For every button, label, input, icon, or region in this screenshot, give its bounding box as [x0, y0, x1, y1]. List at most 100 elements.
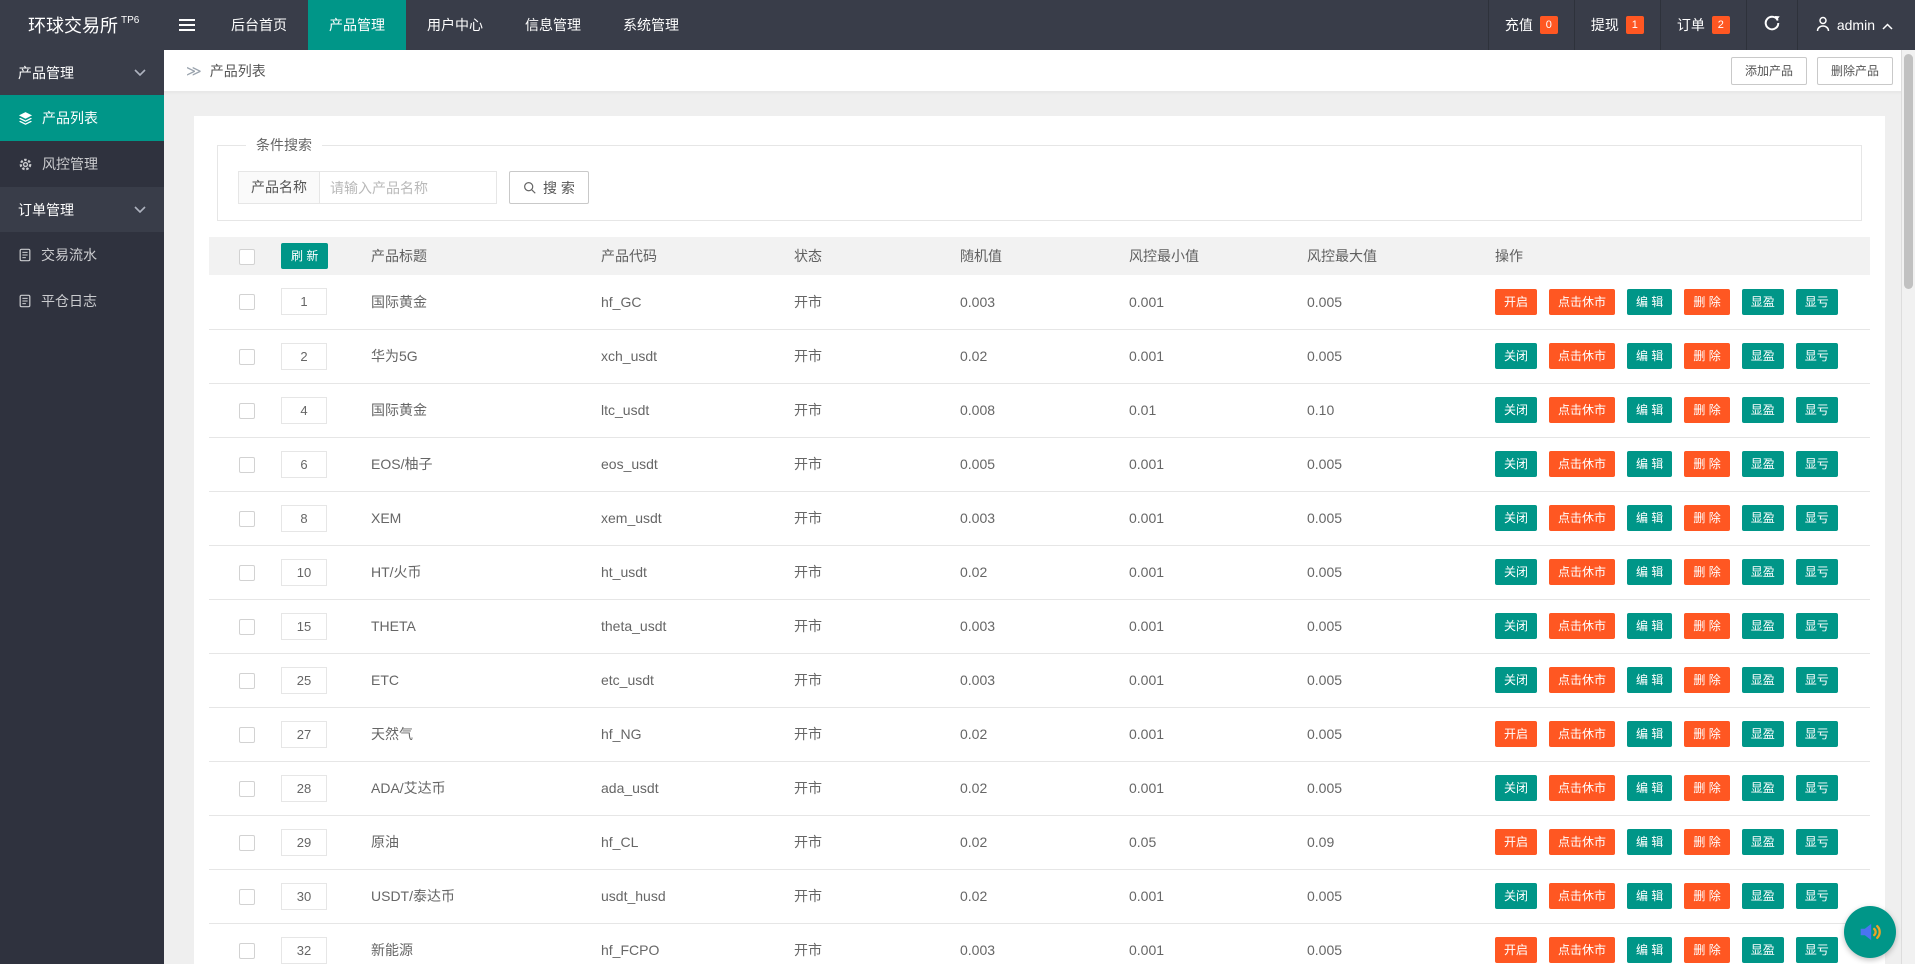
edit-button[interactable]: 编 辑	[1627, 505, 1673, 531]
pause-market-button[interactable]: 点击休市	[1549, 397, 1616, 423]
nav-stat-order[interactable]: 订单 2	[1659, 0, 1746, 50]
row-id-input[interactable]	[281, 450, 327, 478]
delete-button[interactable]: 删 除	[1684, 343, 1730, 369]
toggle-market-button[interactable]: 关闭	[1495, 451, 1538, 477]
show-loss-button[interactable]: 显亏	[1795, 667, 1838, 693]
row-id-input[interactable]	[281, 720, 327, 748]
delete-button[interactable]: 删 除	[1684, 288, 1730, 315]
show-profit-button[interactable]: 显盈	[1741, 667, 1784, 693]
edit-button[interactable]: 编 辑	[1627, 883, 1673, 909]
toggle-market-button[interactable]: 关闭	[1495, 559, 1538, 585]
delete-button[interactable]: 删 除	[1684, 559, 1730, 585]
show-loss-button[interactable]: 显亏	[1795, 451, 1838, 477]
row-checkbox[interactable]	[239, 942, 255, 959]
scrollbar-thumb[interactable]	[1904, 54, 1913, 289]
row-id-input[interactable]	[281, 882, 327, 910]
show-loss-button[interactable]: 显亏	[1795, 613, 1838, 639]
edit-button[interactable]: 编 辑	[1627, 397, 1673, 423]
pause-market-button[interactable]: 点击休市	[1549, 721, 1616, 747]
toggle-market-button[interactable]: 开启	[1495, 937, 1538, 963]
row-checkbox[interactable]	[239, 888, 255, 905]
show-profit-button[interactable]: 显盈	[1741, 613, 1784, 639]
edit-button[interactable]: 编 辑	[1627, 343, 1673, 369]
row-checkbox[interactable]	[239, 834, 255, 851]
edit-button[interactable]: 编 辑	[1627, 667, 1673, 693]
show-profit-button[interactable]: 显盈	[1741, 559, 1784, 585]
row-id-input[interactable]	[281, 666, 327, 694]
delete-product-button[interactable]: 删除产品	[1816, 56, 1893, 85]
refresh-button[interactable]	[1745, 0, 1797, 50]
row-id-input[interactable]	[281, 504, 327, 532]
toggle-market-button[interactable]: 关闭	[1495, 775, 1538, 801]
delete-button[interactable]: 删 除	[1684, 505, 1730, 531]
show-loss-button[interactable]: 显亏	[1795, 505, 1838, 531]
pause-market-button[interactable]: 点击休市	[1549, 667, 1616, 693]
show-loss-button[interactable]: 显亏	[1795, 829, 1838, 855]
sidebar-group-order-manage[interactable]: 订单管理	[0, 187, 164, 232]
row-checkbox[interactable]	[239, 402, 255, 419]
row-checkbox[interactable]	[239, 510, 255, 527]
pause-market-button[interactable]: 点击休市	[1549, 829, 1616, 855]
row-checkbox[interactable]	[239, 564, 255, 581]
show-loss-button[interactable]: 显亏	[1795, 343, 1838, 369]
search-button[interactable]: 搜 索	[509, 171, 589, 204]
row-checkbox[interactable]	[239, 672, 255, 689]
toggle-market-button[interactable]: 关闭	[1495, 343, 1538, 369]
show-loss-button[interactable]: 显亏	[1795, 559, 1838, 585]
show-profit-button[interactable]: 显盈	[1741, 397, 1784, 423]
nav-stat-withdraw[interactable]: 提现 1	[1573, 0, 1660, 50]
nav-stat-recharge[interactable]: 充值 0	[1487, 0, 1574, 50]
row-checkbox[interactable]	[239, 618, 255, 635]
delete-button[interactable]: 删 除	[1684, 775, 1730, 801]
sidebar-item-risk-manage[interactable]: 风控管理	[0, 141, 164, 187]
delete-button[interactable]: 删 除	[1684, 613, 1730, 639]
nav-item-product[interactable]: 产品管理	[308, 0, 406, 50]
sidebar-item-product-list[interactable]: 产品列表	[0, 95, 164, 141]
pause-market-button[interactable]: 点击休市	[1549, 343, 1616, 369]
edit-button[interactable]: 编 辑	[1627, 451, 1673, 477]
pause-market-button[interactable]: 点击休市	[1549, 288, 1616, 315]
select-all-checkbox[interactable]	[239, 248, 255, 265]
row-checkbox[interactable]	[239, 780, 255, 797]
show-profit-button[interactable]: 显盈	[1741, 883, 1784, 909]
sidebar-collapse-button[interactable]	[164, 0, 210, 50]
edit-button[interactable]: 编 辑	[1627, 613, 1673, 639]
sidebar-group-product-manage[interactable]: 产品管理	[0, 50, 164, 95]
add-product-button[interactable]: 添加产品	[1730, 56, 1807, 85]
toggle-market-button[interactable]: 关闭	[1495, 505, 1538, 531]
nav-item-home[interactable]: 后台首页	[210, 0, 308, 50]
show-loss-button[interactable]: 显亏	[1795, 721, 1838, 747]
nav-item-info[interactable]: 信息管理	[504, 0, 602, 50]
show-profit-button[interactable]: 显盈	[1741, 937, 1784, 963]
row-id-input[interactable]	[281, 558, 327, 586]
delete-button[interactable]: 删 除	[1684, 397, 1730, 423]
show-profit-button[interactable]: 显盈	[1741, 343, 1784, 369]
edit-button[interactable]: 编 辑	[1627, 288, 1673, 315]
toggle-market-button[interactable]: 开启	[1495, 721, 1538, 747]
row-checkbox[interactable]	[239, 348, 255, 365]
delete-button[interactable]: 删 除	[1684, 883, 1730, 909]
row-id-input[interactable]	[281, 612, 327, 640]
delete-button[interactable]: 删 除	[1684, 829, 1730, 855]
pause-market-button[interactable]: 点击休市	[1549, 505, 1616, 531]
edit-button[interactable]: 编 辑	[1627, 829, 1673, 855]
row-checkbox[interactable]	[239, 456, 255, 473]
edit-button[interactable]: 编 辑	[1627, 775, 1673, 801]
show-profit-button[interactable]: 显盈	[1741, 775, 1784, 801]
pause-market-button[interactable]: 点击休市	[1549, 451, 1616, 477]
row-id-input[interactable]	[281, 936, 327, 964]
user-menu[interactable]: admin	[1796, 0, 1915, 50]
pause-market-button[interactable]: 点击休市	[1549, 775, 1616, 801]
row-id-input[interactable]	[281, 396, 327, 424]
show-profit-button[interactable]: 显盈	[1741, 505, 1784, 531]
edit-button[interactable]: 编 辑	[1627, 559, 1673, 585]
nav-item-user[interactable]: 用户中心	[406, 0, 504, 50]
product-name-input[interactable]	[319, 171, 497, 204]
sidebar-item-close-log[interactable]: 平仓日志	[0, 278, 164, 324]
show-loss-button[interactable]: 显亏	[1795, 883, 1838, 909]
delete-button[interactable]: 删 除	[1684, 451, 1730, 477]
show-profit-button[interactable]: 显盈	[1741, 451, 1784, 477]
row-checkbox[interactable]	[239, 294, 255, 311]
toggle-market-button[interactable]: 关闭	[1495, 613, 1538, 639]
refresh-table-button[interactable]: 刷 新	[281, 243, 329, 269]
